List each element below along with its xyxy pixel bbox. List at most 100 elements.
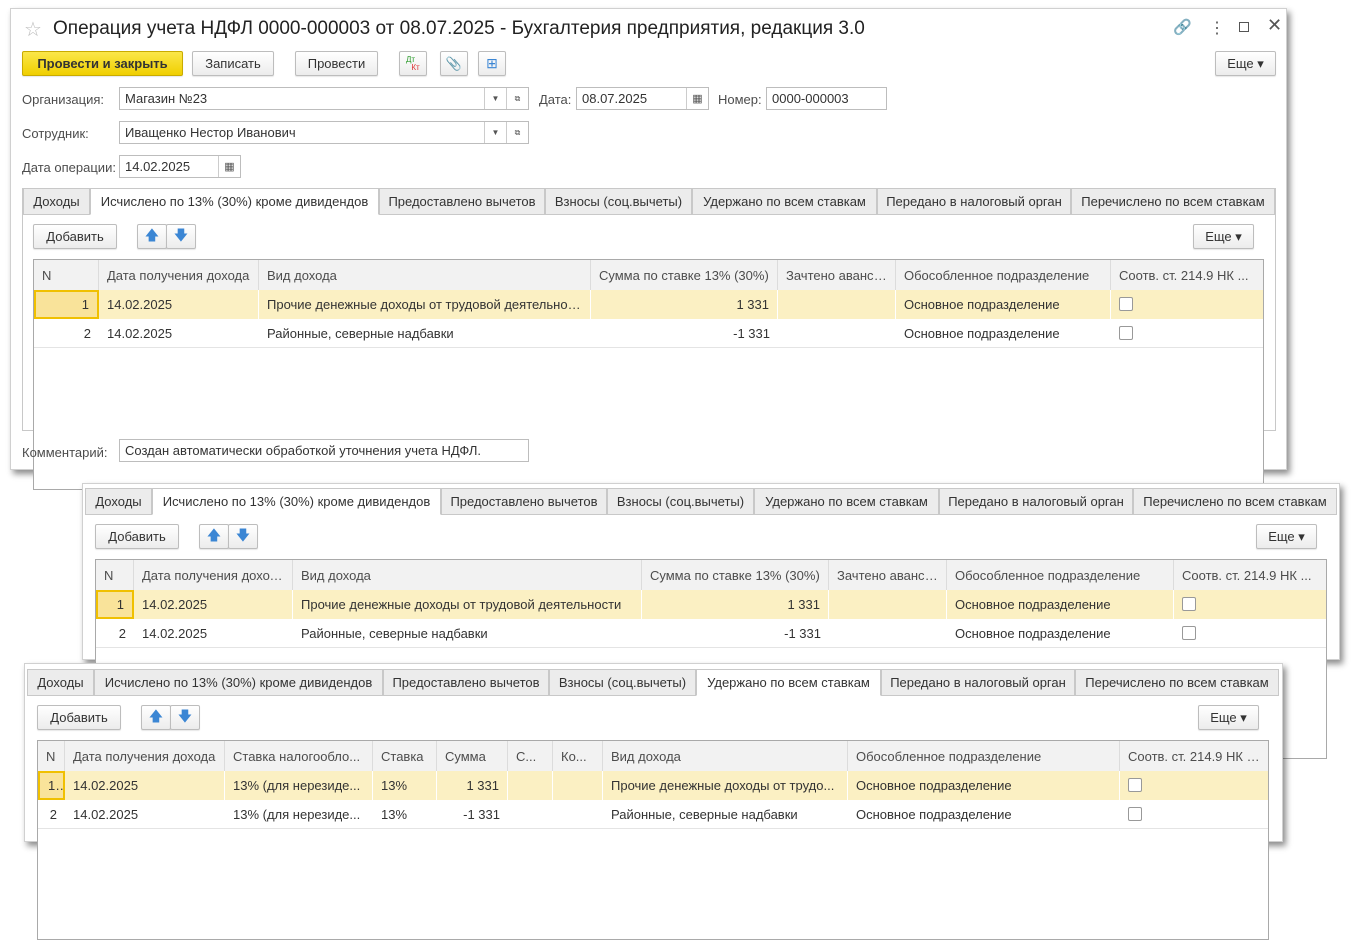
tab-5[interactable]: Передано в налоговый орган <box>939 488 1133 515</box>
structure-button[interactable]: ⊞ <box>478 51 506 76</box>
table-row[interactable]: 1 14.02.2025 Прочие денежные доходы от тру… <box>34 290 1263 319</box>
column-header[interactable]: N <box>38 741 65 771</box>
attachment-button[interactable]: 📎 <box>440 51 468 76</box>
tab-2[interactable]: Предоставлено вычетов <box>379 188 545 215</box>
move-up-button[interactable]: 🡅 <box>199 524 229 549</box>
table-cell: 13% (для нерезиде... <box>233 807 361 822</box>
add-button[interactable]: Добавить <box>33 224 117 249</box>
move-down-button[interactable]: 🡇 <box>170 705 200 730</box>
column-header[interactable]: Обособленное подразделение <box>896 260 1111 290</box>
checkbox[interactable] <box>1182 626 1196 640</box>
tab-3[interactable]: Взносы (соц.вычеты) <box>545 188 692 215</box>
checkbox[interactable] <box>1119 326 1133 340</box>
chevron-down-icon[interactable]: ▼ <box>484 88 506 109</box>
move-up-button[interactable]: 🡅 <box>141 705 171 730</box>
tab-2[interactable]: Предоставлено вычетов <box>441 488 607 515</box>
column-header[interactable]: Вид дохода <box>293 560 642 590</box>
tab-4[interactable]: Удержано по всем ставкам <box>696 669 881 696</box>
column-header[interactable]: Обособленное подразделение <box>947 560 1174 590</box>
table-row[interactable]: 2 14.02.2025 Районные, северные надбавки -1… <box>34 319 1263 348</box>
tab-1[interactable]: Исчислено по 13% (30%) кроме дивидендов <box>94 669 383 696</box>
column-header[interactable]: Ставка налогообло... <box>225 741 373 771</box>
move-up-button[interactable]: 🡅 <box>137 224 167 249</box>
checkbox-cell[interactable] <box>1120 800 1268 829</box>
tab-2[interactable]: Предоставлено вычетов <box>383 669 549 696</box>
checkbox[interactable] <box>1128 778 1142 792</box>
checkbox-cell[interactable] <box>1174 619 1326 648</box>
op-date-field[interactable]: 14.02.2025 ▦ <box>119 155 241 178</box>
column-header[interactable]: Соотв. ст. 214.9 НК РФ <box>1120 741 1268 771</box>
tab-0[interactable]: Доходы <box>27 669 94 696</box>
post-and-close-button[interactable]: Провести и закрыть <box>22 51 183 76</box>
column-header[interactable]: Сумма по ставке 13% (30%) <box>642 560 829 590</box>
maximize-icon[interactable] <box>1239 22 1249 32</box>
column-header[interactable]: Дата получения дохода <box>99 260 259 290</box>
column-header[interactable]: Сумма <box>437 741 508 771</box>
open-icon[interactable]: ⧉ <box>506 88 528 109</box>
table-row[interactable]: 1 14.02.2025 13% (для нерезиде... 13% 1 331 П… <box>38 771 1268 800</box>
calendar-icon[interactable]: ▦ <box>218 156 240 177</box>
tab-6[interactable]: Перечислено по всем ставкам <box>1133 488 1337 515</box>
table-row[interactable]: 2 14.02.2025 Районные, северные надбавки -1… <box>96 619 1326 648</box>
column-header[interactable]: Соотв. ст. 214.9 НК ... <box>1111 260 1263 290</box>
tab-3[interactable]: Взносы (соц.вычеты) <box>607 488 754 515</box>
checkbox-cell[interactable] <box>1120 771 1268 800</box>
checkbox[interactable] <box>1128 807 1142 821</box>
tab-1[interactable]: Исчислено по 13% (30%) кроме дивидендов <box>90 188 379 215</box>
tab-6[interactable]: Перечислено по всем ставкам <box>1071 188 1275 215</box>
close-icon[interactable]: ✕ <box>1267 15 1282 36</box>
checkbox[interactable] <box>1182 597 1196 611</box>
table-more-button[interactable]: Еще ▾ <box>1198 705 1259 730</box>
link-icon[interactable]: 🔗 <box>1173 18 1192 36</box>
column-header[interactable]: N <box>34 260 99 290</box>
column-header[interactable]: Дата получения дохода <box>65 741 225 771</box>
tab-0[interactable]: Доходы <box>85 488 152 515</box>
tab-4[interactable]: Удержано по всем ставкам <box>754 488 939 515</box>
column-header[interactable]: Вид дохода <box>603 741 848 771</box>
column-header[interactable]: Сумма по ставке 13% (30%) <box>591 260 778 290</box>
table-more-button[interactable]: Еще ▾ <box>1193 224 1254 249</box>
post-button[interactable]: Провести <box>295 51 378 76</box>
more-button[interactable]: Еще ▾ <box>1215 51 1276 76</box>
column-header[interactable]: Вид дохода <box>259 260 591 290</box>
checkbox-cell[interactable] <box>1111 290 1263 319</box>
column-header[interactable]: Зачтено авансов <box>829 560 947 590</box>
checkbox-cell[interactable] <box>1174 590 1326 619</box>
tab-5[interactable]: Передано в налоговый орган <box>881 669 1075 696</box>
column-header[interactable]: Зачтено авансов <box>778 260 896 290</box>
open-icon[interactable]: ⧉ <box>506 122 528 143</box>
column-header[interactable]: Соотв. ст. 214.9 НК ... <box>1174 560 1326 590</box>
column-header[interactable]: Ко... <box>553 741 603 771</box>
move-down-button[interactable]: 🡇 <box>166 224 196 249</box>
add-button[interactable]: Добавить <box>95 524 179 549</box>
add-button[interactable]: Добавить <box>37 705 121 730</box>
number-field[interactable]: 0000-000003 <box>766 87 887 110</box>
tab-3[interactable]: Взносы (соц.вычеты) <box>549 669 696 696</box>
tab-5[interactable]: Передано в налоговый орган <box>877 188 1071 215</box>
tab-0[interactable]: Доходы <box>23 188 90 215</box>
comment-field[interactable]: Создан автоматически обработкой уточнени… <box>119 439 529 462</box>
column-header[interactable]: N <box>96 560 134 590</box>
dt-kt-button[interactable]: Дт Кт <box>399 51 427 76</box>
tab-4[interactable]: Удержано по всем ставкам <box>692 188 877 215</box>
column-header[interactable]: Дата получения дохода <box>134 560 293 590</box>
checkbox-cell[interactable] <box>1111 319 1263 348</box>
table-more-button[interactable]: Еще ▾ <box>1256 524 1317 549</box>
org-field[interactable]: Магазин №23 ▼ ⧉ <box>119 87 529 110</box>
column-header[interactable]: Обособленное подразделение <box>848 741 1120 771</box>
column-header[interactable]: Ставка <box>373 741 437 771</box>
date-field[interactable]: 08.07.2025 ▦ <box>576 87 709 110</box>
more-menu-icon[interactable]: ⋮ <box>1209 18 1225 38</box>
checkbox[interactable] <box>1119 297 1133 311</box>
save-button[interactable]: Записать <box>192 51 274 76</box>
employee-field[interactable]: Иващенко Нестор Иванович ▼ ⧉ <box>119 121 529 144</box>
favorite-star-icon[interactable]: ☆ <box>24 17 42 42</box>
tab-1[interactable]: Исчислено по 13% (30%) кроме дивидендов <box>152 488 441 515</box>
tab-6[interactable]: Перечислено по всем ставкам <box>1075 669 1279 696</box>
table-row[interactable]: 1 14.02.2025 Прочие денежные доходы от тру… <box>96 590 1326 619</box>
calendar-icon[interactable]: ▦ <box>686 88 708 109</box>
chevron-down-icon[interactable]: ▼ <box>484 122 506 143</box>
table-row[interactable]: 2 14.02.2025 13% (для нерезиде... 13% -1 331… <box>38 800 1268 829</box>
move-down-button[interactable]: 🡇 <box>228 524 258 549</box>
column-header[interactable]: С... <box>508 741 553 771</box>
